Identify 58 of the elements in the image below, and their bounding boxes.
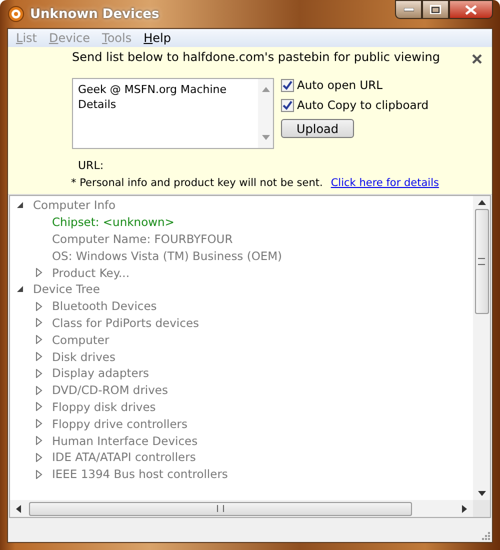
tree-item[interactable]: Floppy drive controllers (52, 416, 188, 431)
expand-arrow-icon[interactable] (35, 368, 43, 378)
details-link[interactable]: Click here for details (330, 177, 439, 189)
panel-heading: Send list below to halfdone.com's pastebin for public viewing (72, 50, 440, 64)
expand-arrow-icon[interactable] (35, 452, 43, 462)
tree-item[interactable]: Display adapters (52, 366, 150, 380)
upload-button[interactable]: Upload (281, 119, 354, 138)
tree-item[interactable]: Computer Name: FOURBYFOUR (52, 232, 233, 246)
expand-arrow-icon[interactable] (35, 268, 43, 278)
close-icon[interactable] (472, 54, 482, 64)
collapse-arrow-icon[interactable] (16, 201, 24, 210)
text-area[interactable]: Geek @ MSFN.org Machine Details (72, 78, 274, 149)
tree-item[interactable]: Disk drives (52, 350, 116, 364)
expand-arrow-icon[interactable] (35, 436, 43, 446)
tree-item[interactable]: Product Key... (52, 266, 130, 280)
resize-grip-icon[interactable] (480, 530, 490, 540)
close-button[interactable] (449, 0, 493, 19)
expand-arrow-icon[interactable] (35, 318, 43, 328)
tree-item[interactable]: Computer Info (33, 198, 116, 212)
checkbox-label: Auto open URL (297, 78, 383, 92)
tree-item[interactable]: Human Interface Devices (52, 434, 198, 448)
scroll-down-icon[interactable] (478, 491, 486, 496)
expand-arrow-icon[interactable] (35, 402, 43, 412)
checkbox[interactable] (281, 78, 294, 92)
maximize-icon (430, 5, 441, 14)
tree-item[interactable]: OS: Windows Vista (TM) Business (OEM) (52, 248, 282, 263)
close-icon (465, 4, 477, 14)
url-label: URL: (78, 159, 105, 172)
expand-arrow-icon[interactable] (35, 419, 43, 428)
expand-arrow-icon[interactable] (35, 302, 43, 311)
horizontal-scrollbar[interactable] (10, 500, 473, 517)
tree-item[interactable]: Device Tree (33, 282, 100, 296)
expand-arrow-icon[interactable] (35, 335, 43, 344)
checkbox-label: Auto Copy to clipboard (297, 98, 429, 112)
menu-item[interactable]: Help (138, 31, 177, 45)
expand-arrow-icon[interactable] (35, 386, 43, 395)
expand-arrow-icon[interactable] (35, 470, 43, 479)
tree-item[interactable]: IEEE 1394 Bus host controllers (52, 467, 228, 482)
tree-item[interactable]: Class for PdiPorts devices (52, 316, 200, 330)
scroll-left-icon[interactable] (16, 504, 21, 512)
expand-arrow-icon[interactable] (35, 352, 43, 362)
privacy-note: * Personal info and product key will not be sent. (71, 177, 323, 189)
minimize-icon (404, 8, 414, 12)
scroll-up-icon[interactable] (478, 200, 486, 205)
vertical-scrollbar[interactable] (473, 196, 490, 500)
checkbox[interactable] (281, 98, 294, 112)
collapse-arrow-icon[interactable] (16, 285, 24, 294)
minimize-button[interactable] (395, 0, 422, 19)
tree-item[interactable]: Computer (52, 332, 110, 347)
tree-item[interactable]: Chipset: <unknown> (52, 215, 174, 230)
tree-item[interactable]: DVD/CD-ROM drives (52, 383, 168, 398)
app-icon (8, 6, 24, 22)
tree-item[interactable]: Floppy disk drives (52, 400, 156, 414)
window-title: Unknown Devices (30, 6, 160, 22)
maximize-button[interactable] (422, 0, 449, 19)
tree-item[interactable]: Bluetooth Devices (52, 299, 157, 314)
scroll-right-icon[interactable] (462, 504, 467, 512)
tree-item[interactable]: IDE ATA/ATAPI controllers (52, 450, 196, 464)
